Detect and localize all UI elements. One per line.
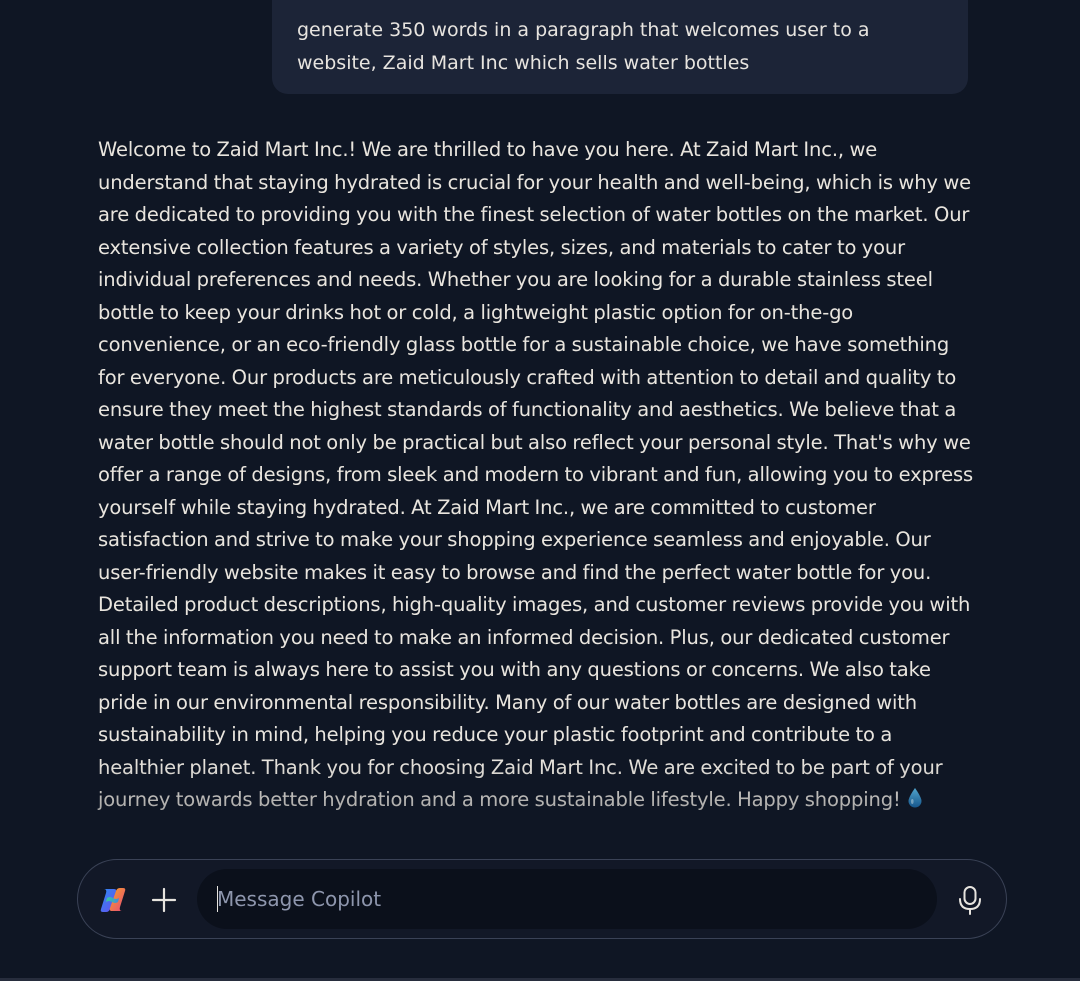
copilot-chat-page: generate 350 words in a paragraph that w… [0, 0, 1080, 981]
assistant-message: Welcome to Zaid Mart Inc.! We are thrill… [98, 134, 974, 820]
user-message-text: generate 350 words in a paragraph that w… [297, 19, 870, 74]
voice-input-button[interactable] [956, 884, 984, 916]
message-input-container [197, 869, 937, 929]
microphone-icon [959, 886, 981, 915]
plus-icon [151, 887, 177, 913]
text-cursor [217, 886, 218, 912]
add-attachment-button[interactable] [148, 884, 180, 916]
user-message-bubble: generate 350 words in a paragraph that w… [272, 0, 968, 94]
assistant-message-text: Welcome to Zaid Mart Inc.! We are thrill… [98, 138, 974, 811]
message-composer [77, 859, 1007, 939]
water-droplet-icon [907, 787, 923, 820]
copilot-logo-icon[interactable] [98, 885, 128, 915]
message-input[interactable] [217, 869, 917, 929]
